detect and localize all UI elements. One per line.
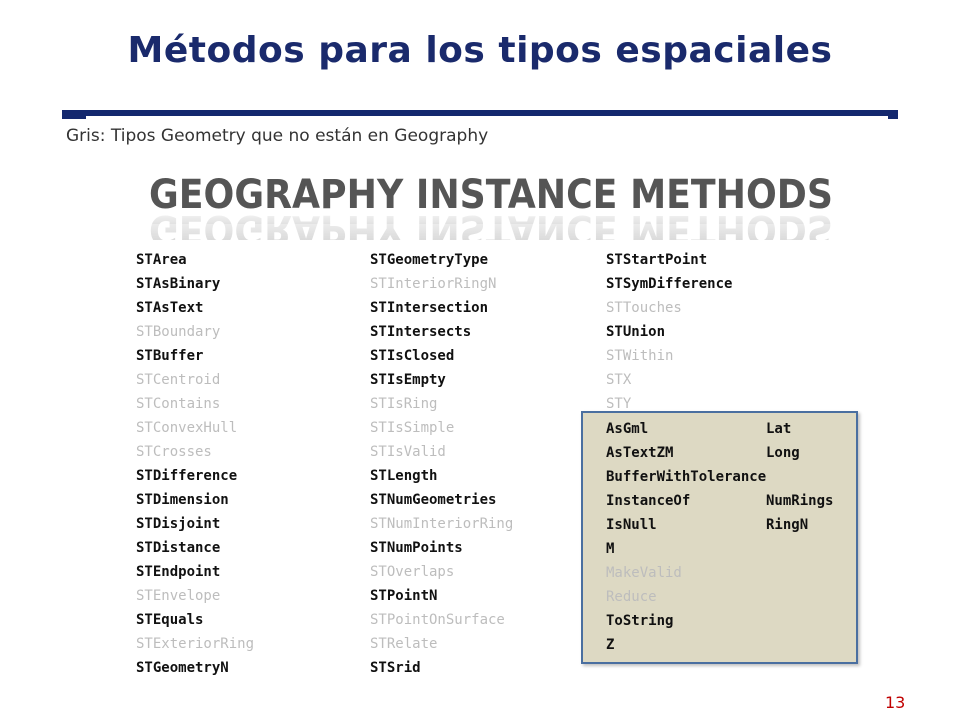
extended-methods-box: AsGml AsTextZM BufferWithTolerance Instance… (581, 411, 858, 664)
title-underline (62, 110, 898, 116)
method-item: STDimension (136, 492, 229, 508)
method-item: STContains (136, 396, 221, 412)
method-item: STLength (370, 468, 438, 484)
method-item: Lat (766, 421, 792, 437)
method-item: STStartPoint (606, 252, 708, 268)
method-item: STIntersection (370, 300, 489, 316)
method-item: STBoundary (136, 324, 221, 340)
method-item: STDisjoint (136, 516, 221, 532)
method-item: STEnvelope (136, 588, 221, 604)
method-item: STBuffer (136, 348, 204, 364)
method-item: STDifference (136, 468, 238, 484)
method-item: STCrosses (136, 444, 212, 460)
method-item: STIsClosed (370, 348, 455, 364)
method-item: STPointOnSurface (370, 612, 505, 628)
method-item: STIsSimple (370, 420, 455, 436)
method-item: STAsText (136, 300, 204, 316)
method-item (766, 465, 833, 489)
method-item: ToString (606, 613, 674, 629)
method-item: RingN (766, 517, 809, 533)
method-item: STPointN (370, 588, 438, 604)
method-item: STRelate (370, 636, 438, 652)
method-item: STIsValid (370, 444, 446, 460)
method-item: AsGml (606, 421, 649, 437)
method-column-3: STStartPoint STSymDifference STTouches STUn… (606, 248, 732, 416)
method-item: STDistance (136, 540, 221, 556)
method-column-1: STArea STAsBinary STAsText STBoundary STBuff… (136, 248, 254, 680)
method-item: STIsRing (370, 396, 438, 412)
method-item: MakeValid (606, 565, 682, 581)
slide-subtitle: Gris: Tipos Geometry que no están en Geo… (66, 126, 489, 146)
method-item: STCentroid (136, 372, 221, 388)
method-item: STGeometryN (136, 660, 229, 676)
extended-methods-left-column: AsGml AsTextZM BufferWithTolerance Instance… (606, 417, 766, 657)
method-item: STExteriorRing (136, 636, 255, 652)
method-item: STSymDifference (606, 276, 733, 292)
method-item: Reduce (606, 589, 657, 605)
method-column-2: STGeometryType STInteriorRingN STIntersect… (370, 248, 513, 680)
slide-title: Métodos para los tipos espaciales (127, 30, 833, 71)
method-item: IsNull (606, 517, 657, 533)
method-item: STEndpoint (136, 564, 221, 580)
method-item: Long (766, 445, 800, 461)
extended-methods-right-column: Lat Long NumRings RingN (766, 417, 833, 537)
method-item: STSrid (370, 660, 421, 676)
method-item: STWithin (606, 348, 674, 364)
method-item: STOverlaps (370, 564, 455, 580)
method-item: STX (606, 372, 632, 388)
method-item: AsTextZM (606, 445, 674, 461)
method-item: STArea (136, 252, 187, 268)
method-item: STIsEmpty (370, 372, 446, 388)
method-item: STNumPoints (370, 540, 463, 556)
method-item: STUnion (606, 324, 666, 340)
banner-heading: GEOGRAPHY INSTANCE METHODS GEOGRAPHY INS… (146, 172, 836, 240)
method-item: STIntersects (370, 324, 472, 340)
method-item: STConvexHull (136, 420, 238, 436)
method-item: STAsBinary (136, 276, 221, 292)
method-item: Z (606, 637, 615, 653)
method-item: STTouches (606, 300, 682, 316)
method-item: STInteriorRingN (370, 276, 497, 292)
title-underline-cap-left (62, 116, 86, 119)
method-item: NumRings (766, 493, 834, 509)
method-item: M (606, 541, 615, 557)
method-item: STGeometryType (370, 252, 489, 268)
page-number: 13 (885, 693, 906, 712)
method-item: STNumGeometries (370, 492, 497, 508)
method-item: STEquals (136, 612, 204, 628)
method-item: BufferWithTolerance (606, 469, 767, 485)
method-item: STNumInteriorRing (370, 516, 514, 532)
method-item: InstanceOf (606, 493, 691, 509)
title-underline-cap-right (888, 116, 898, 119)
